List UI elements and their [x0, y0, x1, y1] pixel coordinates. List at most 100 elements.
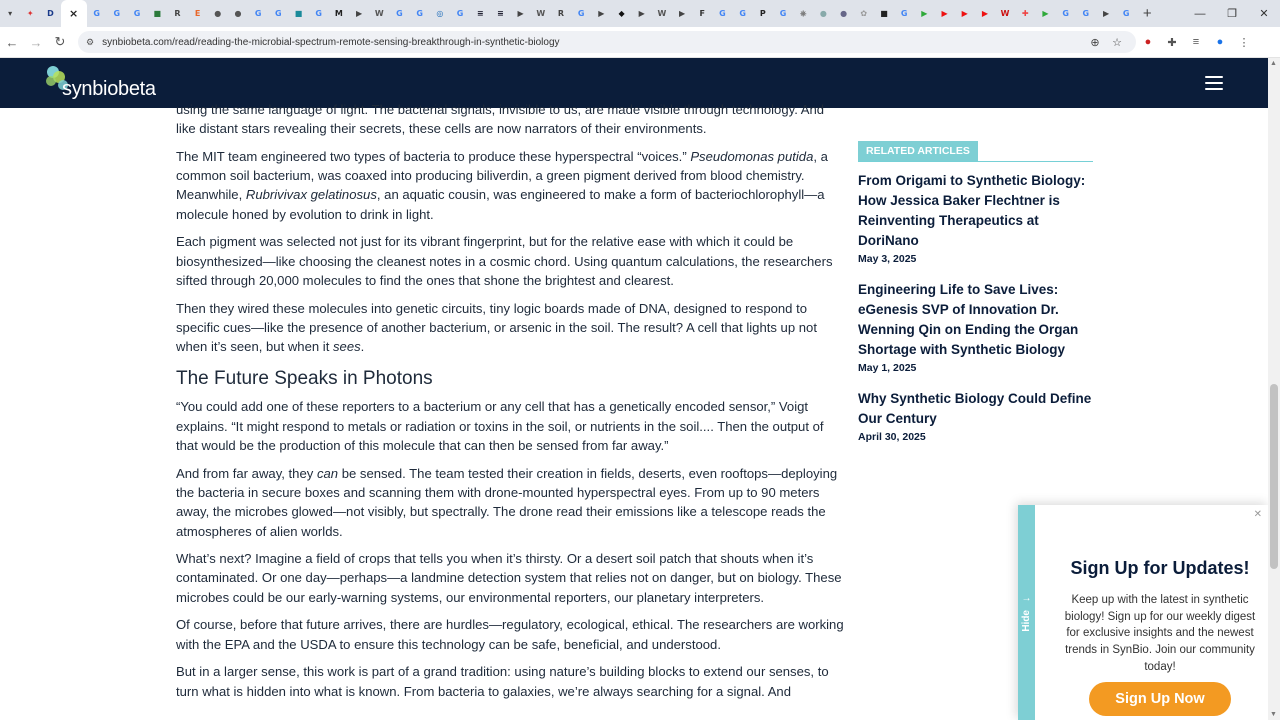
url-text[interactable]: synbiobeta.com/read/reading-the-microbia… [102, 37, 1084, 48]
tab-favicon-icon: G [1122, 9, 1130, 18]
browser-tab[interactable]: G [450, 0, 470, 27]
new-tab-button[interactable]: + [1136, 0, 1158, 27]
scroll-down-icon[interactable]: ▼ [1270, 711, 1277, 718]
browser-tab[interactable]: R [167, 0, 187, 27]
reload-icon[interactable]: ↻ [48, 27, 72, 58]
profile-avatar-icon[interactable]: ● [1208, 27, 1232, 58]
related-article-item[interactable]: From Origami to Synthetic Biology: How J… [858, 171, 1093, 265]
minimize-icon[interactable]: — [1184, 0, 1216, 27]
scroll-up-icon[interactable]: ▲ [1270, 60, 1277, 67]
browser-tab[interactable]: ■ [288, 0, 308, 27]
tab-search-icon[interactable]: ▾ [0, 0, 20, 27]
address-bar[interactable]: ⚙ synbiobeta.com/read/reading-the-microb… [78, 31, 1136, 53]
browser-tab[interactable]: ✦ [20, 0, 40, 27]
browser-tab[interactable]: G [571, 0, 591, 27]
browser-menu-icon[interactable]: ⋮ [1232, 27, 1256, 58]
browser-tab[interactable]: G [894, 0, 914, 27]
tab-favicon-icon: ◎ [436, 9, 444, 18]
browser-tab[interactable]: ▶ [632, 0, 652, 27]
back-icon[interactable]: ← [0, 27, 24, 58]
related-article-title[interactable]: Why Synthetic Biology Could Define Our C… [858, 389, 1093, 429]
browser-tab[interactable]: W [652, 0, 672, 27]
browser-tab[interactable]: ▶ [1096, 0, 1116, 27]
tab-favicon-icon: G [396, 9, 403, 18]
browser-tab[interactable]: ■ [147, 0, 167, 27]
browser-tab[interactable]: W [531, 0, 551, 27]
zoom-icon[interactable]: ⊕ [1084, 36, 1106, 49]
browser-tab[interactable]: G [733, 0, 753, 27]
browser-tab[interactable]: G [1076, 0, 1096, 27]
tab-favicon-icon: W [536, 9, 546, 18]
browser-tab[interactable]: P [753, 0, 773, 27]
restore-icon[interactable]: ❐ [1216, 0, 1248, 27]
browser-tab[interactable]: ✿ [854, 0, 874, 27]
bookmark-star-icon[interactable]: ☆ [1106, 36, 1128, 49]
browser-tab[interactable]: G [712, 0, 732, 27]
browser-tab[interactable]: ▶ [914, 0, 934, 27]
section-heading: The Future Speaks in Photons [176, 368, 433, 390]
browser-tab[interactable]: R [551, 0, 571, 27]
hide-popup-tab[interactable]: → Hide [1018, 505, 1035, 720]
tab-favicon-icon: ✚ [1021, 9, 1029, 18]
tab-favicon-icon: G [1062, 9, 1069, 18]
tab-close-icon[interactable]: × [60, 0, 87, 27]
browser-tab[interactable]: ● [228, 0, 248, 27]
browser-tab[interactable]: G [268, 0, 288, 27]
page-scrollbar[interactable]: ▲ ▼ [1268, 58, 1280, 720]
browser-tab[interactable]: ● [813, 0, 833, 27]
browser-tab[interactable]: G [1056, 0, 1076, 27]
browser-tab[interactable]: ● [208, 0, 228, 27]
reading-list-icon[interactable]: ≡ [1184, 27, 1208, 58]
browser-tab[interactable]: E [188, 0, 208, 27]
browser-tab[interactable]: F [692, 0, 712, 27]
browser-tab[interactable]: ≡ [470, 0, 490, 27]
related-article-item[interactable]: Why Synthetic Biology Could Define Our C… [858, 389, 1093, 443]
browser-tab[interactable]: G [1116, 0, 1136, 27]
browser-tab[interactable]: G [87, 0, 107, 27]
browser-tab[interactable]: ◎ [430, 0, 450, 27]
browser-tab[interactable]: ▶ [591, 0, 611, 27]
browser-tab[interactable]: G [248, 0, 268, 27]
browser-tab[interactable]: M [329, 0, 349, 27]
browser-tab[interactable]: ▶ [349, 0, 369, 27]
browser-tab[interactable]: ● [834, 0, 854, 27]
extensions-puzzle-icon[interactable]: ✚ [1160, 27, 1184, 58]
related-article-title[interactable]: Engineering Life to Save Lives: eGenesis… [858, 280, 1093, 360]
tab-favicon-icon: ● [234, 9, 242, 18]
forward-icon[interactable]: → [24, 27, 48, 58]
browser-tab[interactable]: ▶ [955, 0, 975, 27]
extension-icon[interactable]: ● [1136, 27, 1160, 58]
browser-tab[interactable]: D [40, 0, 60, 27]
close-window-icon[interactable]: ✕ [1248, 0, 1280, 27]
browser-tab[interactable]: G [410, 0, 430, 27]
browser-tab[interactable]: ▶ [1035, 0, 1055, 27]
related-article-title[interactable]: From Origami to Synthetic Biology: How J… [858, 171, 1093, 251]
scrollbar-thumb[interactable] [1270, 384, 1278, 569]
browser-tab[interactable]: G [389, 0, 409, 27]
close-icon[interactable]: ✕ [1254, 509, 1262, 520]
browser-tab[interactable]: ◆ [611, 0, 631, 27]
browser-tab[interactable]: ▶ [511, 0, 531, 27]
tab-favicon-icon: G [719, 9, 726, 18]
browser-tab[interactable]: W [369, 0, 389, 27]
tab-favicon-icon: G [900, 9, 908, 18]
browser-tab[interactable]: W [995, 0, 1015, 27]
browser-tab[interactable]: G [309, 0, 329, 27]
browser-tab[interactable]: G [107, 0, 127, 27]
browser-tab[interactable]: ■ [874, 0, 894, 27]
sign-up-button[interactable]: Sign Up Now [1089, 682, 1231, 716]
site-info-icon[interactable]: ⚙ [86, 37, 94, 48]
related-article-item[interactable]: Engineering Life to Save Lives: eGenesis… [858, 280, 1093, 374]
browser-tab[interactable]: ⎈ [793, 0, 813, 27]
hide-label[interactable]: Hide [1021, 610, 1032, 632]
browser-tab[interactable]: ✚ [1015, 0, 1035, 27]
browser-tab[interactable]: G [773, 0, 793, 27]
tab-favicon-icon: G [1082, 9, 1090, 18]
logo-wordmark[interactable]: synbiobeta [62, 78, 156, 101]
browser-tab[interactable]: ▶ [672, 0, 692, 27]
browser-tab[interactable]: G [127, 0, 147, 27]
browser-tab[interactable]: ▶ [934, 0, 954, 27]
browser-tab[interactable]: ▶ [975, 0, 995, 27]
hamburger-menu-icon[interactable] [1205, 76, 1223, 90]
browser-tab[interactable]: ≡ [490, 0, 510, 27]
